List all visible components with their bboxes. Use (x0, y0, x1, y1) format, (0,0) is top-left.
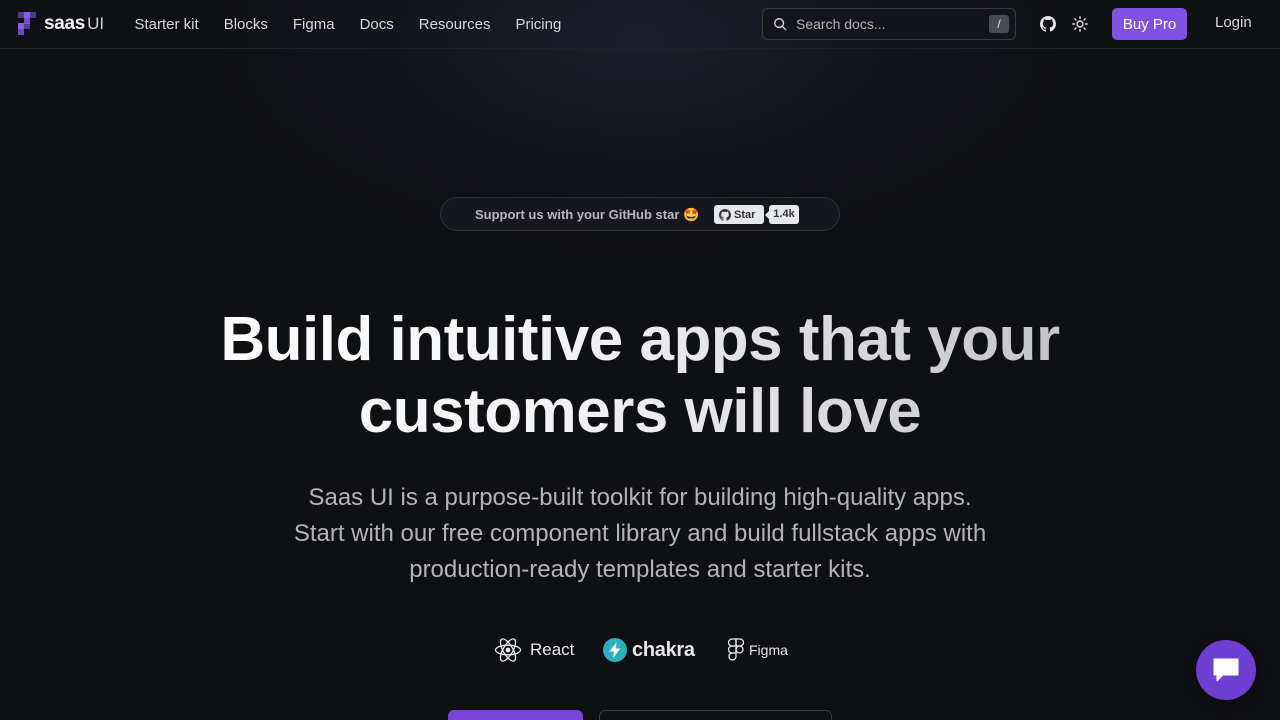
react-icon (494, 638, 522, 662)
github-star-button[interactable]: Star (714, 205, 764, 224)
nav-link-docs[interactable]: Docs (347, 16, 406, 33)
hero-title-line-1: Build intuitive apps that your (220, 305, 1060, 374)
figma-label: Figma (749, 642, 788, 658)
github-icon[interactable] (1038, 14, 1058, 34)
top-navigation: saas UI Starter kit Blocks Figma Docs Re… (0, 0, 1280, 49)
github-star-banner[interactable]: Support us with your GitHub star 🤩 Star … (440, 197, 840, 231)
react-label: React (530, 640, 575, 659)
primary-cta-button[interactable] (448, 710, 583, 720)
nav-link-pricing[interactable]: Pricing (503, 16, 574, 33)
secondary-cta-button[interactable] (599, 710, 832, 720)
tech-logos: React chakra Figma (0, 636, 1280, 664)
hero-subtitle-line-1: Saas UI is a purpose-built toolkit for b… (308, 484, 972, 511)
react-logo: React (494, 636, 574, 664)
search-input[interactable]: Search docs... / (762, 8, 1016, 40)
github-icon (719, 208, 731, 221)
star-button-label: Star (734, 208, 756, 221)
login-link[interactable]: Login (1215, 14, 1252, 31)
hero-subtitle: Saas UI is a purpose-built toolkit for b… (240, 480, 1040, 588)
search-icon (774, 18, 787, 31)
nav-link-blocks[interactable]: Blocks (211, 16, 280, 33)
logo-text: saas (44, 12, 86, 34)
logo-suffix: UI (87, 13, 105, 33)
star-count[interactable]: 1.4k (765, 205, 799, 224)
logo-icon (18, 12, 37, 35)
chat-icon (1213, 658, 1239, 682)
theme-toggle-sun-icon[interactable] (1070, 14, 1090, 34)
hero-title-line-2: customers will love (358, 377, 922, 446)
hero-subtitle-line-2: Start with our free component library an… (293, 520, 987, 547)
chakra-label: chakra (632, 638, 695, 661)
nav-link-figma[interactable]: Figma (280, 16, 347, 33)
hero-title: Build intuitive apps that your customers… (140, 304, 1140, 448)
chat-button[interactable] (1196, 640, 1256, 700)
search-placeholder: Search docs... (796, 16, 886, 32)
search-shortcut-key: / (989, 15, 1009, 33)
hero-subtitle-line-3: production-ready templates and starter k… (409, 556, 871, 583)
chakra-logo: chakra (603, 636, 695, 664)
logo[interactable]: saas UI (18, 12, 104, 35)
star-banner-text: Support us with your GitHub star 🤩 (475, 207, 700, 222)
buy-pro-button[interactable]: Buy Pro (1112, 8, 1187, 40)
nav-links: Starter kit Blocks Figma Docs Resources … (122, 0, 574, 48)
chakra-icon (603, 638, 627, 662)
nav-link-starter-kit[interactable]: Starter kit (122, 16, 211, 33)
figma-logo: Figma (728, 636, 788, 664)
nav-link-resources[interactable]: Resources (406, 16, 503, 33)
figma-icon (728, 638, 744, 661)
